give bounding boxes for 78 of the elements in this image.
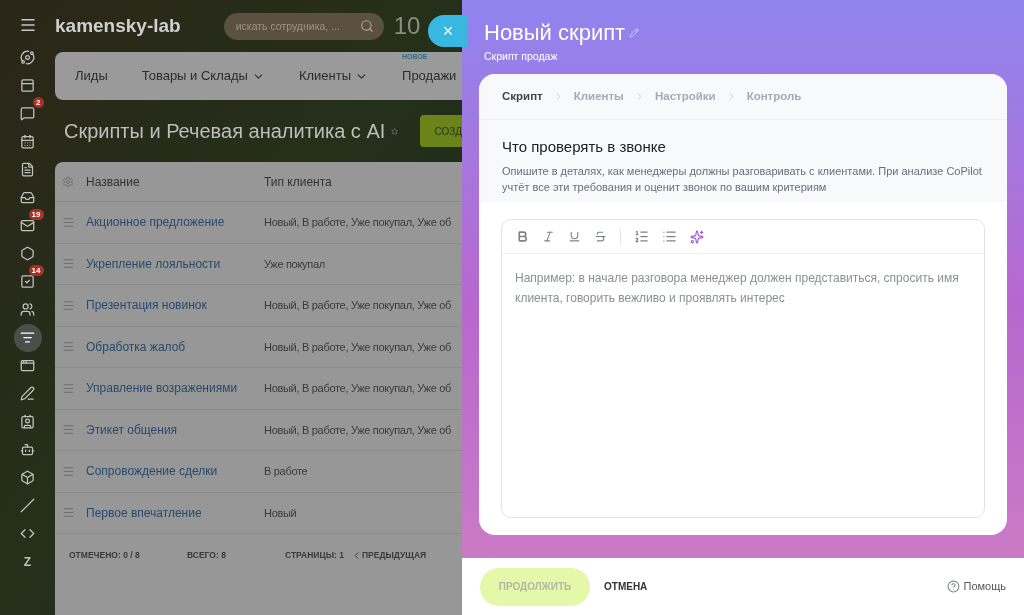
box-icon[interactable] <box>20 470 35 486</box>
step-tab[interactable]: Клиенты <box>573 87 624 106</box>
script-link[interactable]: Укрепление лояльности <box>86 254 264 273</box>
table-cell-text: Новый, В работе, Уже покупал, Уже об <box>264 298 452 313</box>
robot-icon[interactable] <box>20 442 35 458</box>
step-tab[interactable]: Контроль <box>746 87 802 106</box>
drag-handle-icon[interactable] <box>62 298 75 312</box>
sidebar-letter[interactable]: Z <box>23 552 32 571</box>
window-icon[interactable] <box>20 358 35 374</box>
numbered-list-icon[interactable] <box>634 229 649 244</box>
bullet-list-icon[interactable] <box>662 229 677 244</box>
nav-tab[interactable]: Лиды <box>75 66 108 86</box>
table-cell-text: Новый <box>264 505 297 521</box>
section-title: Что проверять в звонке <box>502 137 667 157</box>
search-icon <box>359 18 374 33</box>
window-icon[interactable] <box>20 78 35 94</box>
drag-handle-icon[interactable] <box>62 381 75 395</box>
script-link[interactable]: Первое впечатление <box>86 503 264 522</box>
drag-handle-icon[interactable] <box>62 215 75 229</box>
total-count: ВСЕГО: 8 <box>187 549 227 562</box>
hexagon-icon[interactable] <box>20 246 35 262</box>
close-button[interactable]: × <box>428 15 468 47</box>
section-description: Опишите в деталях, как менеджеры должны разговаривать с клиентами. При анализе CoPilot учтёт все эти требования и оценит звонок по вашим критериям <box>502 163 983 195</box>
script-link[interactable]: Обработка жалоб <box>86 337 264 356</box>
table-cell-text: В работе <box>264 464 308 479</box>
script-link[interactable]: Презентация новинок <box>86 296 264 315</box>
drag-handle-icon[interactable] <box>62 257 75 271</box>
table-cell-text: Уже покупал <box>264 256 325 272</box>
drag-handle-icon[interactable] <box>62 423 75 437</box>
inbox-icon[interactable] <box>20 190 35 206</box>
notification-badge: 19 <box>28 209 44 220</box>
table-cell-text: Новый, В работе, Уже покупал, Уже об <box>264 381 452 396</box>
script-link[interactable]: Акционное предложение <box>86 213 264 232</box>
nav-tab[interactable]: Клиенты <box>298 66 369 86</box>
page-title: Скрипты и Речевая аналитика с AI <box>64 119 386 144</box>
people-icon[interactable] <box>20 302 35 318</box>
help-icon <box>946 580 960 593</box>
logo-text[interactable]: kamensky-lab <box>55 11 181 41</box>
filter-icon[interactable] <box>20 330 35 346</box>
italic-icon[interactable] <box>542 230 555 243</box>
table-cell-text: Новый, В работе, Уже покупал, Уже об <box>264 339 452 355</box>
table-cell-text: Новый, В работе, Уже покупал, Уже об <box>264 215 452 230</box>
menu-icon[interactable] <box>18 16 37 34</box>
notification-badge: 14 <box>28 265 44 276</box>
step-tab[interactable]: Настройки <box>654 87 716 106</box>
script-link[interactable]: Этикет общения <box>86 420 264 439</box>
mail-icon[interactable] <box>20 218 35 234</box>
script-link[interactable]: Сопровождение сделки <box>86 462 264 481</box>
clock-text: 10 <box>393 11 421 41</box>
chat-icon[interactable] <box>20 106 35 122</box>
checked-count: ОТМЕЧЕНО: 0 / 8 <box>69 549 141 562</box>
task-icon[interactable] <box>20 274 35 290</box>
drag-handle-icon[interactable] <box>62 340 75 354</box>
column-header[interactable]: Тип клиента <box>264 172 332 191</box>
contact-card-icon[interactable] <box>20 414 35 430</box>
document-icon[interactable] <box>20 162 35 178</box>
notification-badge: 2 <box>33 97 44 108</box>
help-link[interactable]: Помощь <box>946 578 1006 595</box>
panel-subtitle: Скрипт продаж <box>484 49 559 64</box>
drag-handle-icon[interactable] <box>62 464 75 478</box>
calendar-icon[interactable] <box>20 134 35 150</box>
column-header[interactable]: Название <box>86 172 264 191</box>
create-button[interactable]: СОЗД <box>420 115 462 147</box>
drag-handle-icon[interactable] <box>62 506 75 520</box>
script-link[interactable]: Управление возражениями <box>86 379 264 398</box>
step-tab[interactable]: Скрипт <box>502 87 543 106</box>
search-field[interactable]: искать сотрудника, ... <box>223 12 384 40</box>
cancel-button[interactable]: ОТМЕНА <box>604 579 648 594</box>
previous-page-link[interactable]: ПРЕДЫДУЩАЯ <box>351 549 427 562</box>
underline-icon[interactable] <box>568 230 581 243</box>
strikethrough-icon[interactable] <box>594 230 607 243</box>
sparkle-icon[interactable] <box>690 229 704 244</box>
signature-icon[interactable] <box>20 386 35 402</box>
orbit-icon[interactable] <box>20 50 35 66</box>
table-cell-text: Новый, В работе, Уже покупал, Уже об <box>264 422 452 438</box>
bold-icon[interactable] <box>516 230 529 243</box>
panel-title: Новый скрипт <box>484 19 626 47</box>
nav-tab[interactable]: Товары и Склады <box>141 66 265 86</box>
